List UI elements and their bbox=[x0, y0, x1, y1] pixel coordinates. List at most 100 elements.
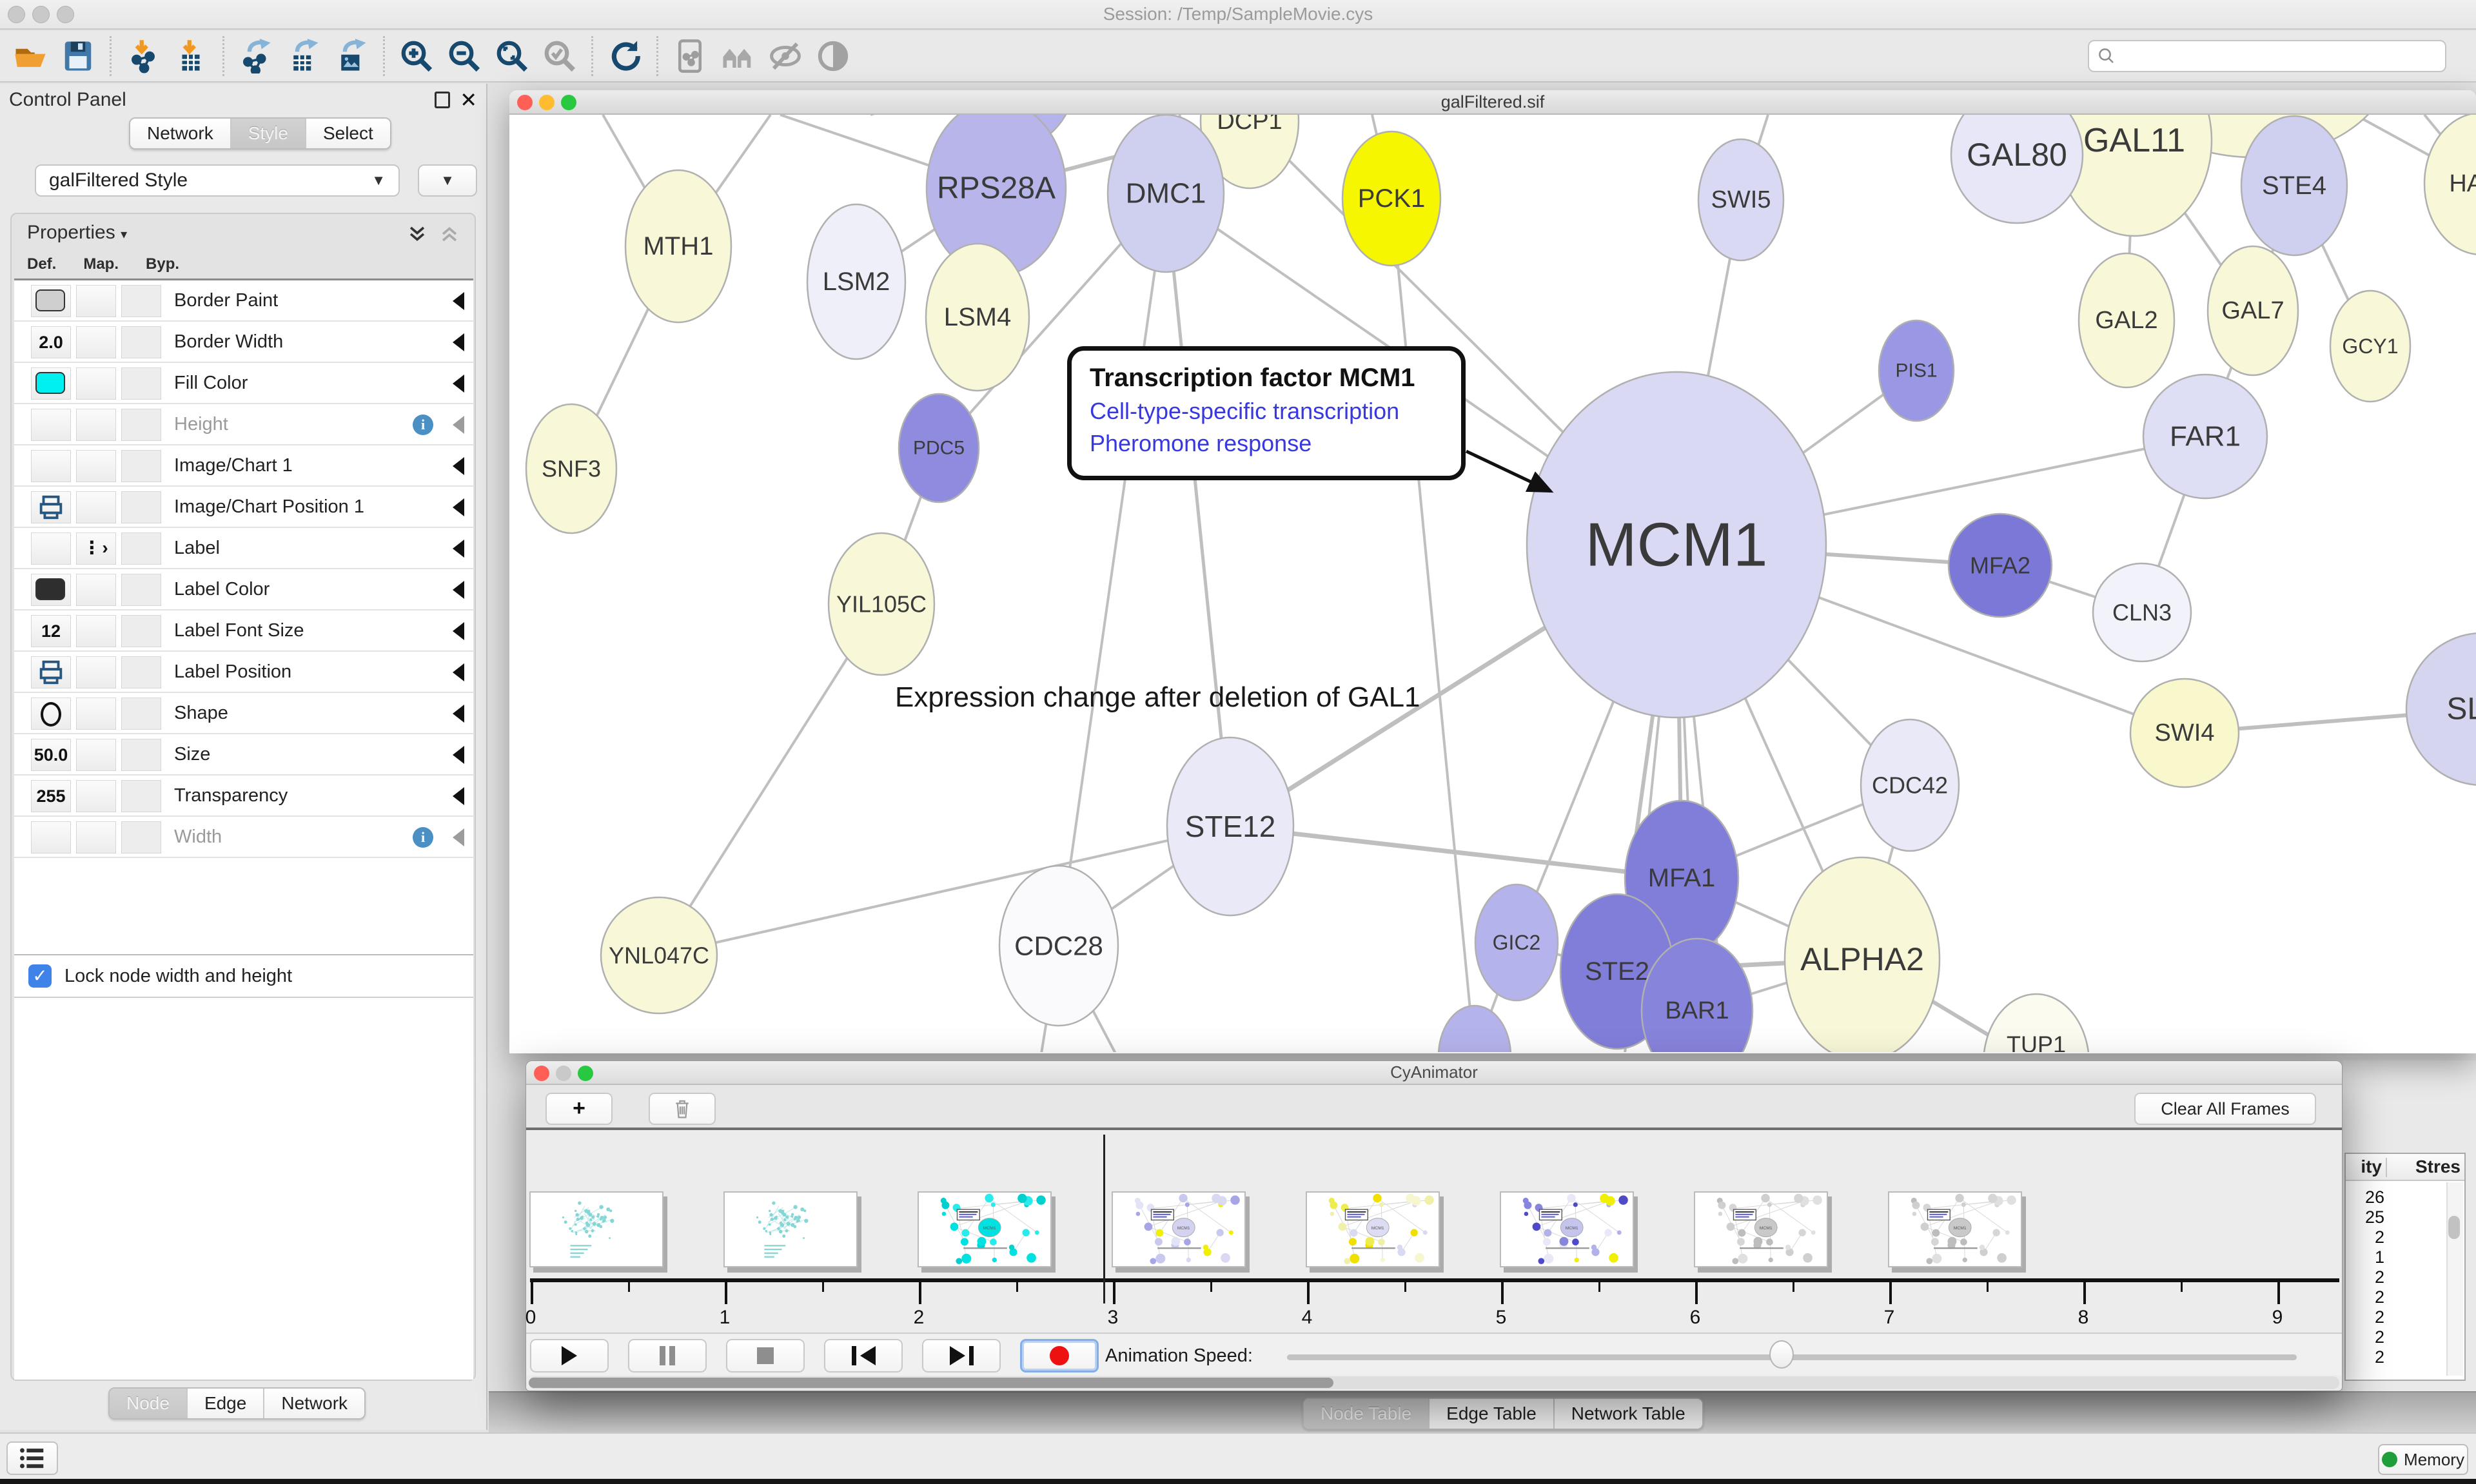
zoom-fit-button[interactable] bbox=[488, 34, 536, 79]
bypass-cell[interactable] bbox=[121, 656, 161, 688]
property-row-height[interactable]: Heighti bbox=[14, 404, 473, 445]
frame-thumbnail-2[interactable] bbox=[723, 1191, 858, 1267]
table-cell-value[interactable]: 2 bbox=[2347, 1267, 2384, 1287]
network-node-GAL7[interactable]: GAL7 bbox=[2208, 246, 2298, 375]
network-file-button[interactable] bbox=[666, 34, 714, 79]
expand-row-icon[interactable] bbox=[453, 333, 464, 351]
hscrollbar-thumb[interactable] bbox=[529, 1378, 1333, 1388]
network-node-TUP1[interactable]: TUP1 bbox=[1983, 994, 2089, 1052]
expand-all-icon[interactable] bbox=[406, 223, 428, 245]
scrollbar-thumb[interactable] bbox=[2448, 1216, 2460, 1239]
frame-thumbnail-4[interactable]: MCM1 bbox=[1112, 1191, 1246, 1267]
mapping-cell[interactable] bbox=[76, 574, 116, 606]
cyanimator-titlebar[interactable]: CyAnimator bbox=[526, 1061, 2342, 1085]
default-cell[interactable] bbox=[31, 367, 71, 400]
import-network-button[interactable] bbox=[119, 34, 167, 79]
default-swatch[interactable] bbox=[35, 372, 65, 394]
network-node-PDC5[interactable]: PDC5 bbox=[899, 394, 979, 502]
info-icon[interactable]: i bbox=[413, 827, 433, 848]
bypass-cell[interactable] bbox=[121, 698, 161, 730]
default-swatch[interactable] bbox=[35, 289, 65, 311]
network-node-FAR1[interactable]: FAR1 bbox=[2143, 375, 2267, 498]
import-table-button[interactable] bbox=[167, 34, 215, 79]
tab-edge[interactable]: Edge bbox=[188, 1389, 264, 1418]
save-session-button[interactable] bbox=[54, 34, 102, 79]
network-caption[interactable]: Expression change after deletion of GAL1 bbox=[895, 681, 1420, 714]
hide-selected-button[interactable] bbox=[761, 34, 809, 79]
annotation-link-2[interactable]: Pheromone response bbox=[1090, 430, 1455, 457]
tab-edge-table[interactable]: Edge Table bbox=[1430, 1399, 1555, 1429]
network-node-CDC42[interactable]: CDC42 bbox=[1861, 719, 1959, 851]
zoom-selected-button[interactable] bbox=[536, 34, 584, 79]
expand-row-icon[interactable] bbox=[453, 416, 464, 434]
network-node-GAL80[interactable]: GAL80 bbox=[1951, 115, 2083, 223]
mapping-cell[interactable] bbox=[76, 739, 116, 771]
property-row-label-font-size[interactable]: 12Label Font Size bbox=[14, 610, 473, 652]
bypass-cell[interactable] bbox=[121, 450, 161, 482]
network-node-MTH1[interactable]: MTH1 bbox=[625, 170, 731, 322]
mapping-cell[interactable]: ⋮› bbox=[76, 532, 116, 565]
network-node-PIS1[interactable]: PIS1 bbox=[1879, 320, 1954, 421]
default-cell[interactable] bbox=[31, 532, 71, 565]
network-node-ALPHA2[interactable]: ALPHA2 bbox=[1785, 857, 1940, 1052]
close-window-icon[interactable] bbox=[517, 95, 533, 110]
discrete-mapping-icon[interactable]: ⋮› bbox=[77, 533, 115, 563]
network-node-STE12[interactable]: STE12 bbox=[1167, 737, 1293, 915]
table-cell-value[interactable]: 2 bbox=[2347, 1227, 2384, 1247]
expand-row-icon[interactable] bbox=[453, 540, 464, 558]
network-node-CDC28[interactable]: CDC28 bbox=[999, 866, 1118, 1026]
default-cell[interactable] bbox=[31, 450, 71, 482]
mapping-cell[interactable] bbox=[76, 367, 116, 400]
network-node-GAL2[interactable]: GAL2 bbox=[2079, 253, 2174, 387]
export-network-button[interactable] bbox=[232, 34, 280, 79]
column-header-ity[interactable]: ity bbox=[2361, 1154, 2382, 1180]
expand-row-icon[interactable] bbox=[453, 292, 464, 310]
tab-node[interactable]: Node bbox=[110, 1389, 188, 1418]
zoom-window-icon[interactable] bbox=[57, 6, 74, 23]
network-node-HAP2[interactable]: HAP2 bbox=[2424, 115, 2476, 255]
mapping-cell[interactable] bbox=[76, 656, 116, 688]
expand-row-icon[interactable] bbox=[453, 457, 464, 475]
default-cell[interactable]: 255 bbox=[31, 780, 71, 812]
skip-end-button[interactable] bbox=[922, 1339, 1001, 1372]
minimize-window-icon[interactable] bbox=[32, 6, 50, 23]
clear-all-frames-button[interactable]: Clear All Frames bbox=[2134, 1093, 2316, 1125]
table-cell-value[interactable]: 2 bbox=[2347, 1287, 2384, 1307]
bypass-cell[interactable] bbox=[121, 367, 161, 400]
lock-checkbox[interactable]: ✓ bbox=[28, 964, 52, 988]
network-node-LSM2[interactable]: LSM2 bbox=[807, 204, 905, 359]
expand-row-icon[interactable] bbox=[453, 746, 464, 764]
network-node-LSM4[interactable]: LSM4 bbox=[926, 244, 1029, 391]
network-canvas[interactable]: GAL11GAL80STE4HAP2DCP1RPS28ADMC1PCK1SWI5… bbox=[509, 115, 2476, 1052]
pause-button[interactable] bbox=[628, 1339, 707, 1372]
default-cell[interactable]: 2.0 bbox=[31, 326, 71, 358]
minimize-window-icon[interactable] bbox=[539, 95, 555, 110]
table-cell-value[interactable]: 25 bbox=[2347, 1207, 2384, 1227]
zoom-out-button[interactable] bbox=[440, 34, 488, 79]
info-icon[interactable]: i bbox=[413, 415, 433, 435]
show-graphics-button[interactable] bbox=[809, 34, 857, 79]
tab-node-table[interactable]: Node Table bbox=[1304, 1399, 1430, 1429]
table-cell-value[interactable]: 2 bbox=[2347, 1307, 2384, 1327]
style-dropdown[interactable]: galFiltered Style ▼ bbox=[35, 164, 400, 197]
expand-row-icon[interactable] bbox=[453, 663, 464, 681]
default-cell[interactable]: 12 bbox=[31, 615, 71, 647]
expand-row-icon[interactable] bbox=[453, 581, 464, 599]
bypass-cell[interactable] bbox=[121, 615, 161, 647]
property-row-image-chart-1[interactable]: Image/Chart 1 bbox=[14, 445, 473, 487]
export-image-button[interactable] bbox=[328, 34, 375, 79]
property-row-image-chart-position-1[interactable]: Image/Chart Position 1 bbox=[14, 487, 473, 528]
bypass-cell[interactable] bbox=[121, 739, 161, 771]
skip-start-button[interactable] bbox=[824, 1339, 903, 1372]
column-header-stress[interactable]: Stres bbox=[2415, 1154, 2461, 1180]
mapping-cell[interactable] bbox=[76, 450, 116, 482]
bypass-cell[interactable] bbox=[121, 574, 161, 606]
property-row-size[interactable]: 50.0Size bbox=[14, 734, 473, 776]
property-row-width[interactable]: Widthi bbox=[14, 817, 473, 858]
default-cell[interactable] bbox=[31, 821, 71, 854]
mapping-cell[interactable] bbox=[76, 821, 116, 854]
default-value[interactable]: 12 bbox=[32, 616, 70, 647]
network-node-STE4[interactable]: STE4 bbox=[2241, 116, 2347, 255]
default-value[interactable]: 50.0 bbox=[32, 739, 70, 770]
annotation-link-1[interactable]: Cell-type-specific transcription bbox=[1090, 398, 1455, 425]
